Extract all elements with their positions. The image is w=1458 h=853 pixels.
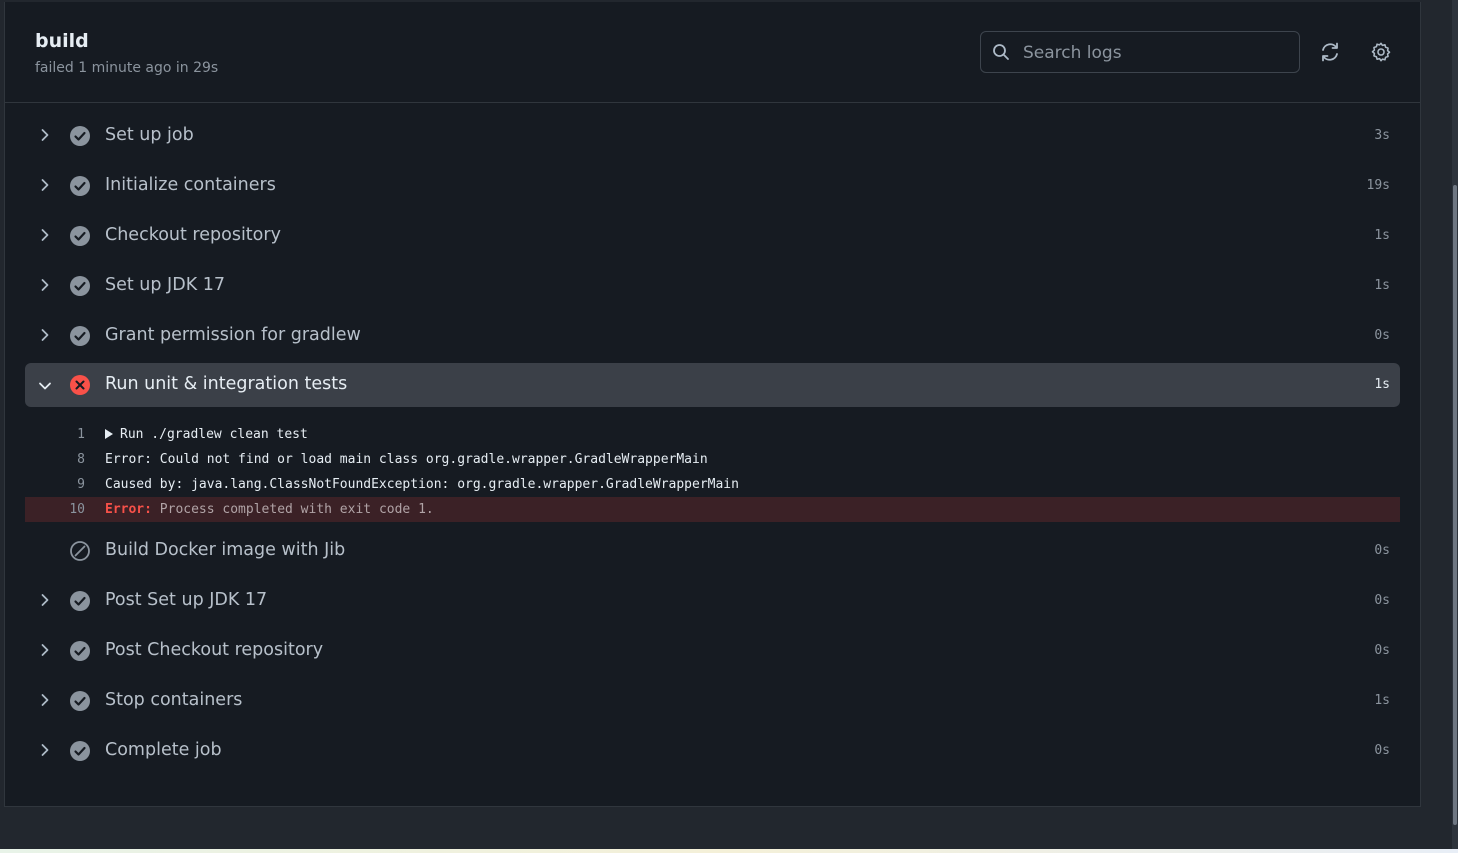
refresh-button[interactable]	[1317, 39, 1343, 65]
chevron-right-icon	[41, 229, 49, 241]
log-line-number: 1	[77, 427, 85, 442]
search-icon	[993, 44, 1009, 60]
check-circle-icon	[70, 741, 90, 761]
step-name: Checkout repository	[105, 225, 281, 245]
step-row[interactable]: Complete job 0s	[25, 728, 1400, 778]
step-duration: 1s	[1374, 228, 1390, 243]
step-duration: 0s	[1374, 328, 1390, 343]
refresh-icon	[1322, 42, 1338, 62]
failure-x-icon	[70, 375, 90, 395]
chevron-right-icon	[41, 744, 49, 756]
chevron-down-icon	[39, 382, 51, 390]
step-name: Grant permission for gradlew	[105, 325, 361, 345]
step-name: Complete job	[105, 740, 222, 760]
check-circle-icon	[70, 326, 90, 346]
page-scrollbar[interactable]	[1452, 0, 1458, 853]
step-name: Initialize containers	[105, 175, 276, 195]
step-duration: 0s	[1374, 593, 1390, 608]
step-duration: 3s	[1374, 128, 1390, 143]
step-duration: 0s	[1374, 543, 1390, 558]
log-line[interactable]: 1 Run ./gradlew clean test	[25, 422, 1400, 447]
step-duration: 0s	[1374, 643, 1390, 658]
error-keyword: Error:	[105, 502, 152, 517]
step-duration: 1s	[1374, 377, 1390, 392]
check-circle-icon	[70, 591, 90, 611]
chevron-right-icon	[41, 594, 49, 606]
step-duration: 0s	[1374, 743, 1390, 758]
job-panel: build failed 1 minute ago in 29s Search …	[4, 2, 1421, 807]
step-name: Set up job	[105, 125, 194, 145]
step-name: Run unit & integration tests	[105, 374, 348, 394]
check-circle-icon	[70, 641, 90, 661]
log-line-number: 10	[69, 502, 85, 517]
step-row[interactable]: Set up job 3s	[25, 113, 1400, 163]
step-duration: 1s	[1374, 278, 1390, 293]
log-text: Run ./gradlew clean test	[120, 427, 308, 442]
step-name: Post Set up JDK 17	[105, 590, 268, 610]
step-name: Build Docker image with Jib	[105, 540, 346, 560]
check-circle-icon	[70, 126, 90, 146]
chevron-right-icon	[41, 644, 49, 656]
step-name: Stop containers	[105, 690, 243, 710]
step-row[interactable]: Initialize containers 19s	[25, 163, 1400, 213]
log-line-number: 9	[77, 477, 85, 492]
log-text: Error: Could not find or load main class…	[105, 452, 708, 467]
log-line-error: 10 Error: Process completed with exit co…	[25, 497, 1400, 522]
step-name: Set up JDK 17	[105, 275, 226, 295]
log-text: Process completed with exit code 1.	[151, 502, 434, 517]
scrollbar-thumb[interactable]	[1453, 185, 1457, 825]
expand-triangle-icon[interactable]	[105, 429, 113, 439]
chevron-right-icon	[41, 179, 49, 191]
chevron-right-icon	[41, 694, 49, 706]
search-logs-input[interactable]	[1021, 32, 1295, 74]
job-header: build failed 1 minute ago in 29s	[5, 2, 1420, 103]
log-line-number: 8	[77, 452, 85, 467]
step-row[interactable]: Build Docker image with Jib 0s	[25, 528, 1400, 578]
chevron-right-icon	[41, 129, 49, 141]
chevron-right-icon	[41, 329, 49, 341]
step-row[interactable]: Grant permission for gradlew 0s	[25, 313, 1400, 363]
check-circle-icon	[70, 226, 90, 246]
bottom-strip	[0, 849, 1458, 853]
job-title: build	[35, 30, 89, 52]
step-row[interactable]: Checkout repository 1s	[25, 213, 1400, 263]
job-status-summary: failed 1 minute ago in 29s	[35, 60, 219, 76]
check-circle-icon	[70, 276, 90, 296]
step-duration: 1s	[1374, 693, 1390, 708]
step-row[interactable]: Stop containers 1s	[25, 678, 1400, 728]
check-circle-icon	[70, 691, 90, 711]
step-duration: 19s	[1366, 178, 1390, 193]
check-circle-icon	[70, 176, 90, 196]
steps-list: Set up job 3s Initialize containers 19s Chec…	[5, 113, 1420, 778]
skipped-icon	[70, 541, 90, 561]
step-name: Post Checkout repository	[105, 640, 324, 660]
step-row-run-tests[interactable]: Run unit & integration tests 1s	[25, 363, 1400, 407]
chevron-right-icon	[41, 279, 49, 291]
step-row[interactable]: Set up JDK 17 1s	[25, 263, 1400, 313]
gear-icon	[1371, 42, 1391, 62]
search-logs-box[interactable]	[980, 31, 1300, 74]
log-line: 8 Error: Could not find or load main cla…	[25, 447, 1400, 472]
step-row[interactable]: Post Checkout repository 0s	[25, 628, 1400, 678]
step-log-output: 1 Run ./gradlew clean test 8 Error: Coul…	[25, 407, 1400, 528]
log-text: Caused by: java.lang.ClassNotFoundExcept…	[105, 477, 739, 492]
step-row[interactable]: Post Set up JDK 17 0s	[25, 578, 1400, 628]
log-line: 9 Caused by: java.lang.ClassNotFoundExce…	[25, 472, 1400, 497]
settings-button[interactable]	[1368, 39, 1394, 65]
